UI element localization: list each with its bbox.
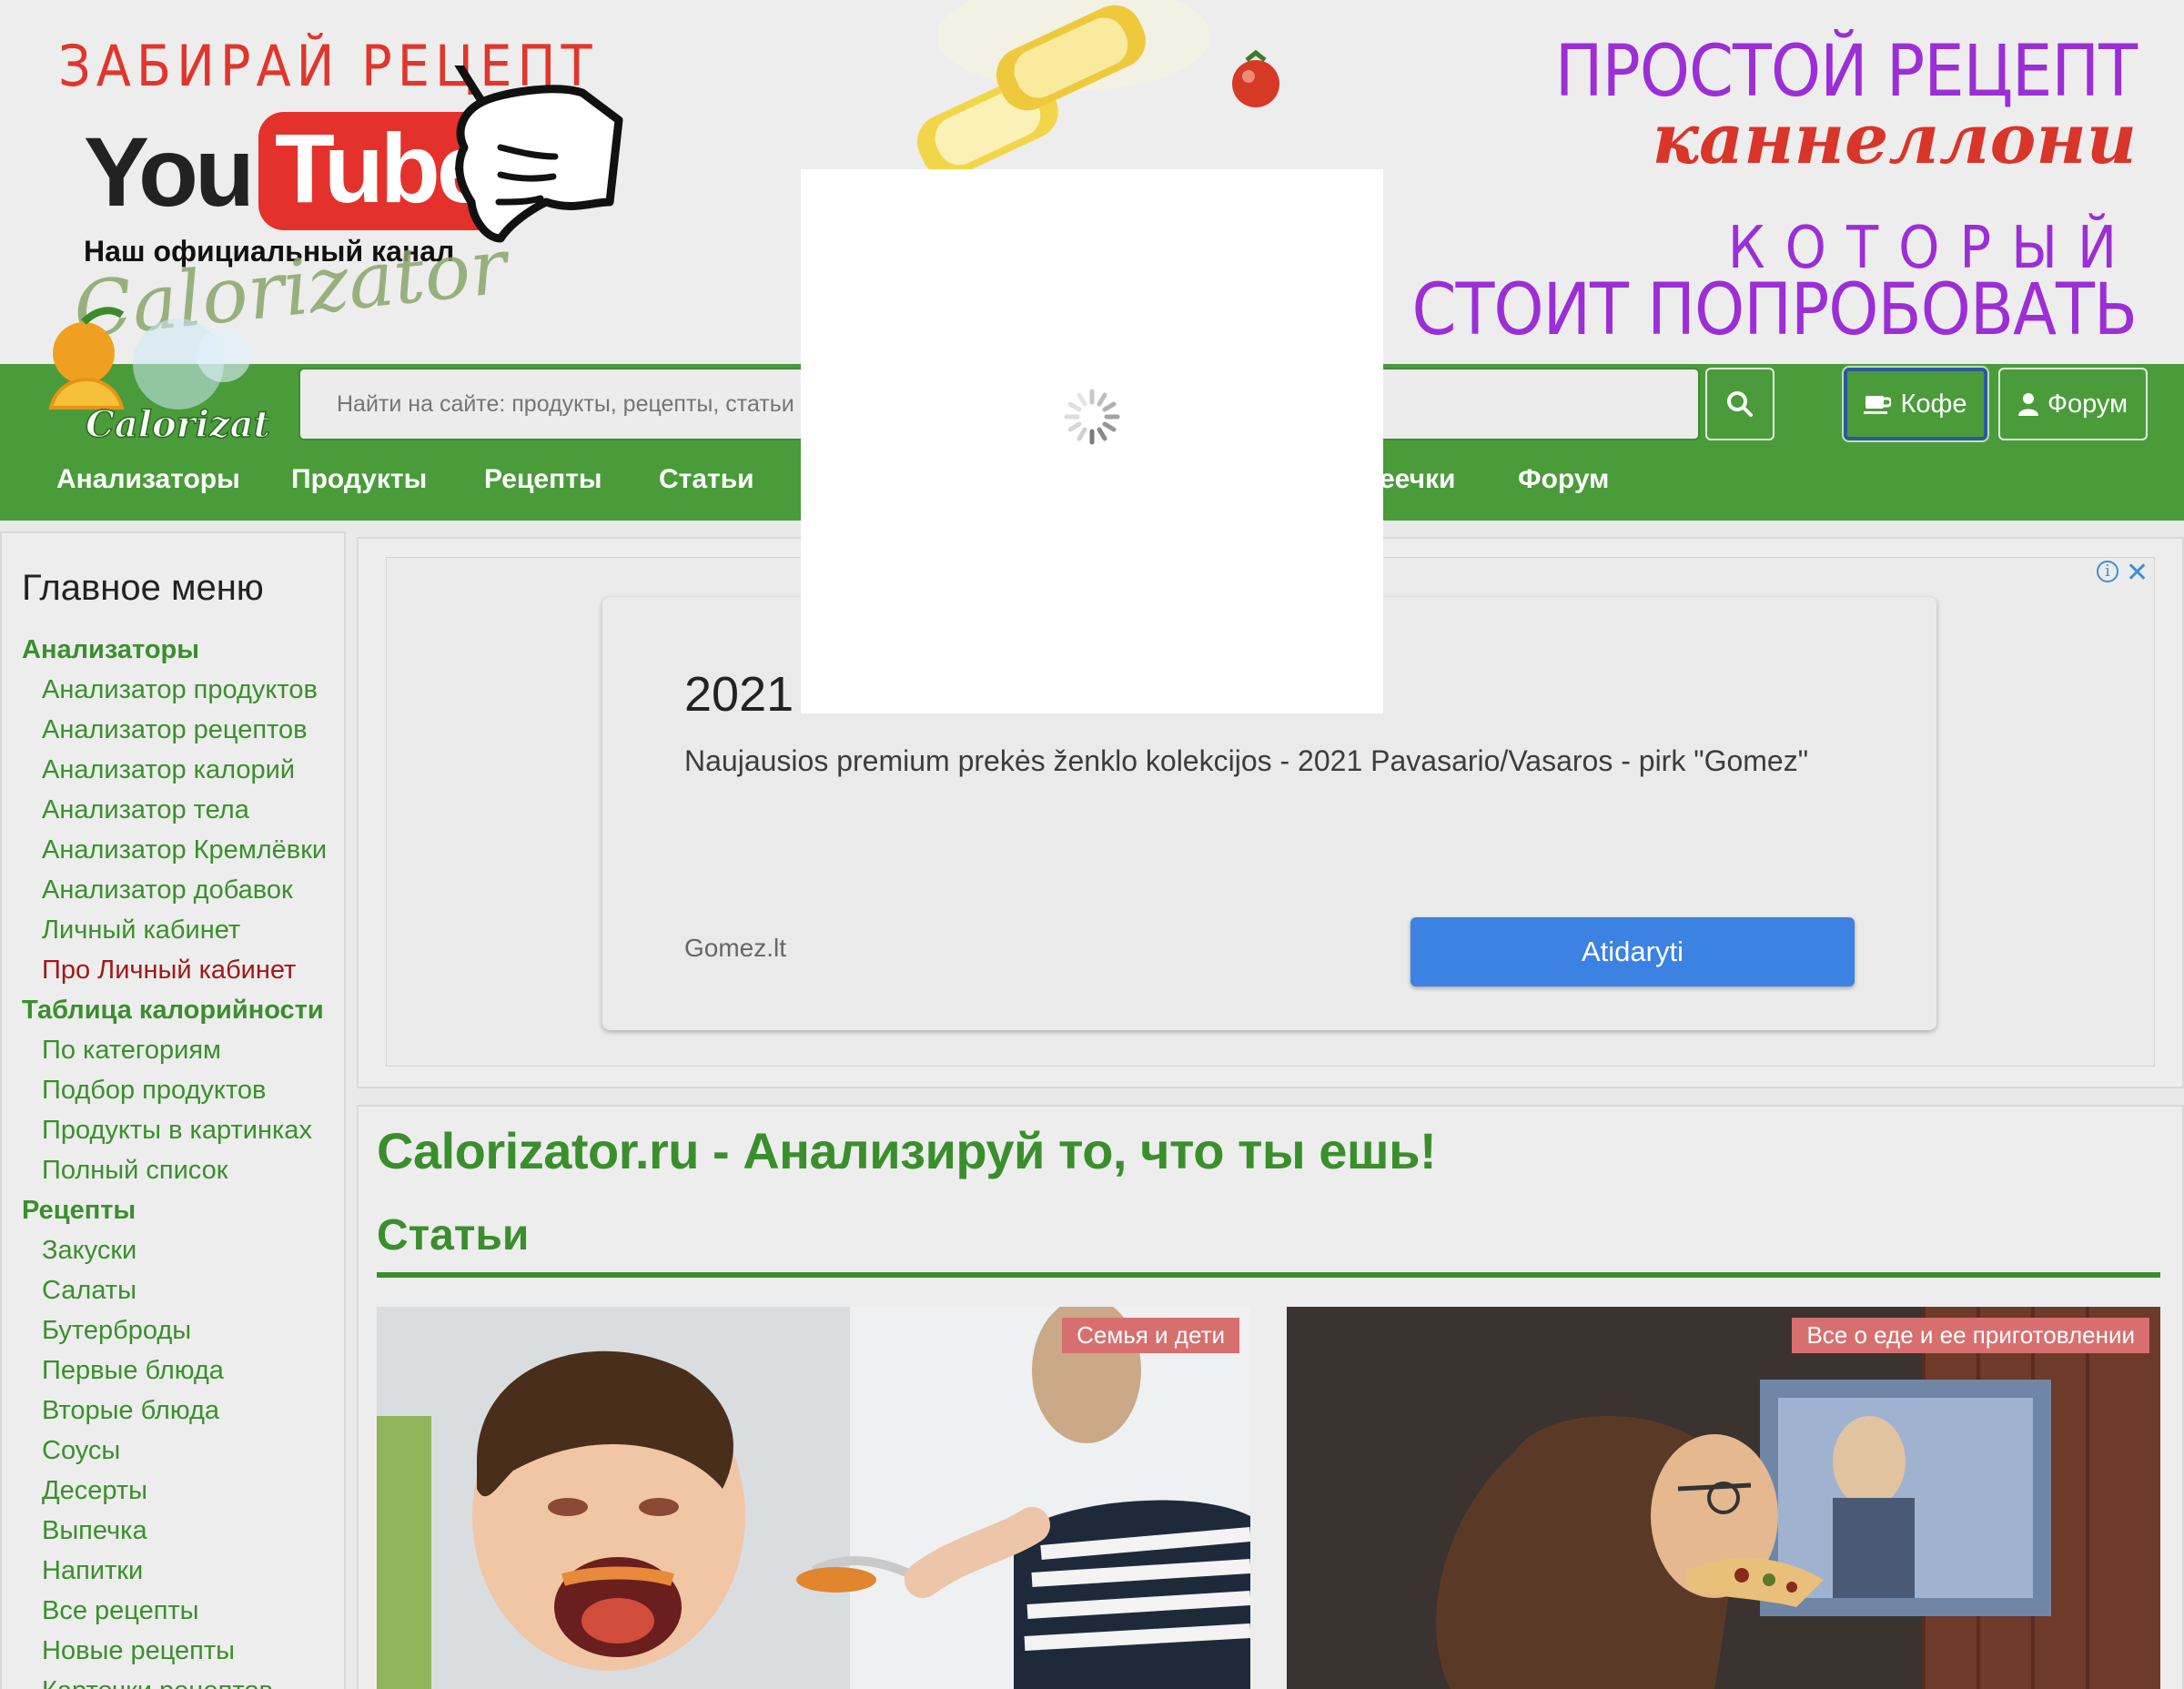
coffee-button-label: Кофе [1900, 389, 1967, 419]
sidebar-item[interactable]: Бутерброды [2, 1310, 344, 1350]
cannelloni-image [916, 0, 1279, 173]
coffee-cup-icon [1864, 396, 1892, 414]
ad-domain[interactable]: Gomez.lt [684, 934, 786, 963]
sidebar-list: Анализаторы Анализатор продуктов Анализато… [2, 630, 344, 1689]
nav-item-forum[interactable]: Форум [1518, 464, 1609, 495]
user-icon [2017, 393, 2038, 416]
ad-title: 2021 [684, 667, 794, 722]
close-icon[interactable]: ✕ [2126, 557, 2149, 589]
sidebar-item[interactable]: Продукты в картинках [2, 1110, 344, 1150]
ad-open-button[interactable]: Atidaryti [1410, 917, 1855, 986]
sidebar-item[interactable]: Десерты [2, 1471, 344, 1511]
sidebar-item[interactable]: Салаты [2, 1270, 344, 1310]
sidebar-category[interactable]: Рецепты [2, 1190, 344, 1230]
search-icon [1727, 391, 1753, 417]
sidebar-category[interactable]: Таблица калорийности [2, 990, 344, 1030]
sidebar-item[interactable]: Напитки [2, 1551, 344, 1591]
sidebar-item[interactable]: Новые рецепты [2, 1631, 344, 1671]
sidebar-item[interactable]: Анализатор продуктов [2, 670, 344, 710]
sidebar-item[interactable]: Про Личный кабинет [2, 950, 344, 990]
article-tag[interactable]: Семья и дети [1062, 1318, 1239, 1353]
article-image-crying-child [377, 1307, 1250, 1689]
sidebar-item[interactable]: Вторые блюда [2, 1391, 344, 1431]
info-icon[interactable]: i [2097, 561, 2118, 582]
nav-item-partial[interactable]: еечки [1380, 464, 1456, 495]
loading-spinner-icon [1064, 389, 1120, 445]
sidebar-menu: Главное меню Анализаторы Анализатор проду… [0, 531, 346, 1689]
sidebar-item[interactable]: Карточки рецептов [2, 1671, 344, 1689]
ad-description: Naujausios premium prekės ženklo kolekci… [684, 744, 1809, 777]
section-divider [377, 1272, 2160, 1278]
sidebar-title: Главное меню [22, 568, 264, 608]
sidebar-item[interactable]: По категориям [2, 1030, 344, 1070]
site-logo-text: Calorizator [86, 403, 269, 446]
article-tag[interactable]: Все о еде и ее приготовлении [1792, 1318, 2149, 1353]
sidebar-item[interactable]: Анализатор тела [2, 790, 344, 830]
section-title-articles: Статьи [377, 1211, 530, 1259]
banner-right-line2: каннеллони [1652, 98, 2137, 179]
sidebar-item[interactable]: Анализатор Кремлёвки [2, 830, 344, 870]
sidebar-item[interactable]: Личный кабинет [2, 910, 344, 950]
search-button[interactable] [1705, 368, 1774, 440]
sidebar-item[interactable]: Закуски [2, 1230, 344, 1270]
sidebar-item[interactable]: Все рецепты [2, 1591, 344, 1631]
sidebar-item[interactable]: Анализатор калорий [2, 750, 344, 790]
nav-item-products[interactable]: Продукты [291, 464, 427, 495]
sidebar-item[interactable]: Полный список [2, 1150, 344, 1190]
page-title: Calorizator.ru - Анализируй то, что ты е… [377, 1122, 1437, 1179]
loading-overlay [801, 169, 1383, 713]
nav-item-articles[interactable]: Статьи [659, 464, 754, 495]
sidebar-item[interactable]: Анализатор рецептов [2, 710, 344, 750]
site-logo[interactable]: Calorizator [33, 300, 269, 446]
sidebar-item[interactable]: Подбор продуктов [2, 1070, 344, 1110]
article-image-woman-eating [1287, 1307, 2160, 1689]
sidebar-item[interactable]: Соусы [2, 1431, 344, 1471]
coffee-button[interactable]: Кофе [1844, 368, 1987, 440]
article-card-family[interactable]: Семья и дети [377, 1307, 1250, 1689]
article-card-food[interactable]: Все о еде и ее приготовлении [1287, 1307, 2160, 1689]
forum-button-label: Форум [2047, 389, 2128, 419]
sidebar-item[interactable]: Выпечка [2, 1511, 344, 1551]
nav-item-analyzers[interactable]: Анализаторы [56, 464, 240, 495]
sidebar-category[interactable]: Анализаторы [2, 630, 344, 670]
pointing-hand-icon [454, 66, 623, 243]
nav-item-recipes[interactable]: Рецепты [484, 464, 602, 495]
youtube-logo[interactable]: You Tube [84, 112, 504, 230]
banner-right-line4: СТОИТ ПОПРОБОВАТЬ [1411, 269, 2138, 351]
forum-button[interactable]: Форум [1998, 368, 2148, 440]
youtube-logo-you: You [84, 116, 255, 227]
sidebar-item[interactable]: Анализатор добавок [2, 870, 344, 910]
sidebar-item[interactable]: Первые блюда [2, 1350, 344, 1391]
